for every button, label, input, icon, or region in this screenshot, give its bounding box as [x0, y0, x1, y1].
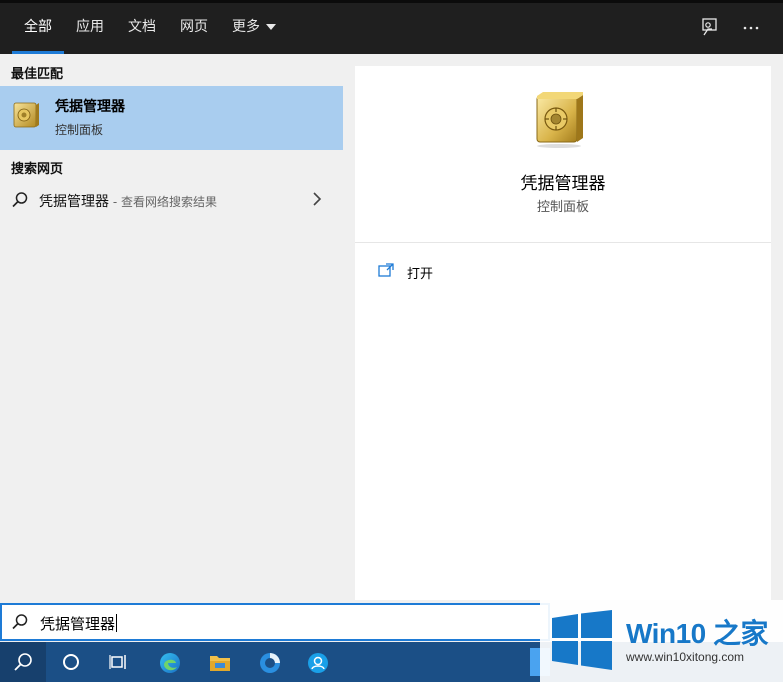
- edge-beta-icon: [260, 653, 280, 673]
- preview-subtitle: 控制面板: [536, 200, 589, 215]
- tab-apps[interactable]: 应用: [76, 3, 104, 54]
- divider: [355, 242, 771, 243]
- safe-vault-icon: [13, 102, 39, 128]
- tab-web-label: 网页: [180, 19, 208, 35]
- feedback-icon[interactable]: [699, 17, 721, 39]
- text-cursor: [116, 614, 118, 632]
- web-search-header: 搜索网页: [11, 162, 64, 177]
- best-match-result[interactable]: 凭据管理器 控制面板: [0, 86, 343, 150]
- results-pane: 最佳匹配 凭据管理器 控制面板 搜索网页 凭据管理器 - 查看网络搜索结果: [0, 54, 343, 600]
- best-match-subtitle: 控制面板: [55, 123, 104, 137]
- web-search-query: 凭据管理器 - 查看网络搜索结果: [39, 191, 217, 211]
- task-view-icon: [109, 655, 126, 669]
- open-label: 打开: [407, 267, 434, 282]
- search-icon: [14, 653, 32, 671]
- search-query-text: 凭据管理器: [40, 615, 116, 633]
- edge-button[interactable]: [146, 642, 192, 682]
- watermark-logo: Win10 之家 www.win10xitong.com: [540, 600, 783, 682]
- preview-title: 凭据管理器: [520, 174, 606, 194]
- watermark-brand: Win10 之家: [626, 618, 769, 649]
- web-search-query-text: 凭据管理器: [39, 194, 109, 210]
- search-icon: [12, 614, 28, 630]
- tab-all-label: 全部: [24, 19, 52, 35]
- taskbar-search-button[interactable]: [0, 642, 46, 682]
- file-explorer-button[interactable]: [196, 642, 242, 682]
- tab-web[interactable]: 网页: [180, 3, 208, 54]
- app-user-button[interactable]: [294, 642, 340, 682]
- tab-documents-label: 文档: [128, 19, 156, 35]
- cortana-button[interactable]: [48, 642, 94, 682]
- safe-vault-icon: [536, 92, 583, 148]
- web-search-result[interactable]: 凭据管理器 - 查看网络搜索结果: [0, 184, 343, 216]
- web-search-hint: - 查看网络搜索结果: [109, 195, 217, 209]
- chevron-right-icon[interactable]: [311, 192, 323, 206]
- windows-logo-icon: [552, 610, 612, 670]
- cortana-icon: [63, 654, 79, 670]
- best-match-header: 最佳匹配: [11, 67, 64, 82]
- search-query: 凭据管理器: [40, 613, 118, 634]
- file-explorer-icon: [210, 656, 230, 671]
- edge-icon: [160, 653, 180, 673]
- open-external-icon: [378, 263, 394, 277]
- task-view-button[interactable]: [96, 642, 142, 682]
- more-options-icon[interactable]: [742, 17, 764, 39]
- best-match-title: 凭据管理器: [55, 99, 125, 115]
- tab-all[interactable]: 全部: [12, 3, 64, 54]
- chevron-down-icon: [266, 24, 276, 30]
- app-user-icon: [308, 653, 328, 673]
- tab-documents[interactable]: 文档: [128, 3, 156, 54]
- search-filter-bar: 全部 应用 文档 网页 更多: [0, 0, 783, 54]
- preview-pane: 凭据管理器 控制面板 打开: [355, 66, 771, 600]
- edge-beta-button[interactable]: [246, 642, 292, 682]
- search-icon: [12, 192, 28, 208]
- watermark-url: www.win10xitong.com: [626, 650, 745, 664]
- tab-more[interactable]: 更多: [232, 3, 276, 54]
- open-action[interactable]: 打开: [378, 260, 498, 284]
- tab-apps-label: 应用: [76, 19, 104, 35]
- tab-more-label: 更多: [232, 19, 260, 35]
- search-input[interactable]: 凭据管理器: [0, 603, 550, 641]
